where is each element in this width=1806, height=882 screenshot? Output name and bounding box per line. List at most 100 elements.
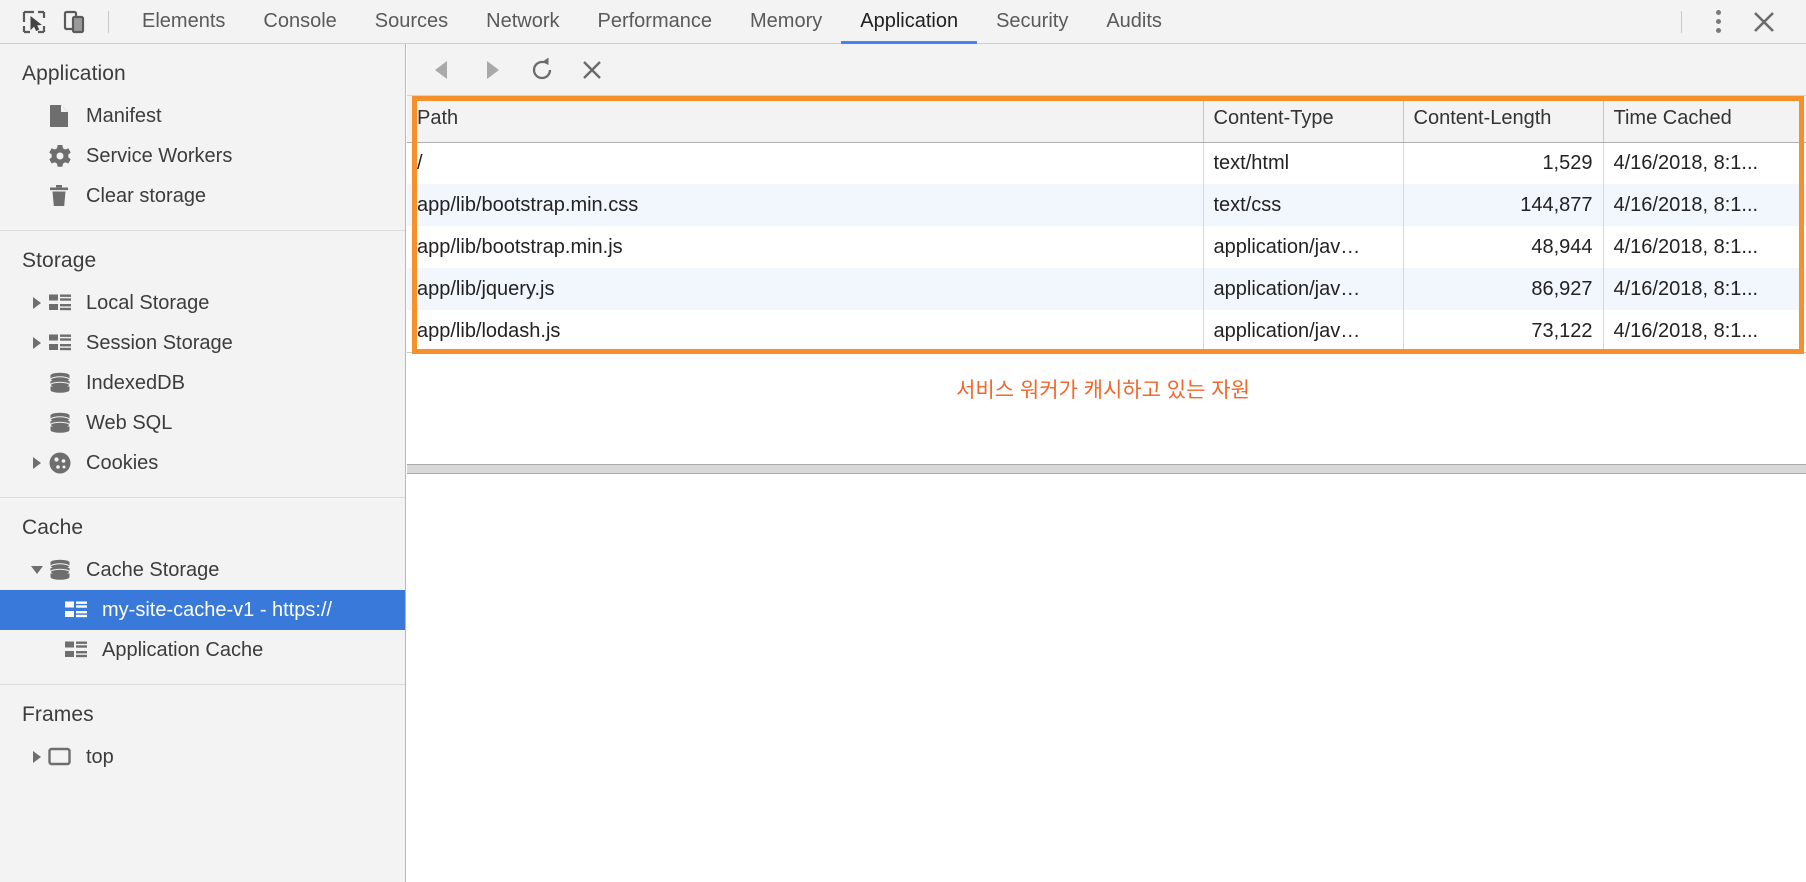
sidebar-item-label: Cookies: [86, 451, 159, 474]
sidebar-item-cookies[interactable]: Cookies: [0, 443, 405, 483]
tab-elements[interactable]: Elements: [123, 0, 244, 44]
disclosure-triangle-icon[interactable]: [26, 456, 48, 470]
sidebar-item-cache-storage[interactable]: Cache Storage: [0, 550, 405, 590]
close-icon[interactable]: [1740, 0, 1788, 44]
table-grid-icon: [48, 293, 78, 313]
inspect-element-icon[interactable]: [14, 0, 54, 44]
table-row[interactable]: app/lib/lodash.js application/jav… 73,12…: [407, 310, 1806, 352]
table-row[interactable]: / text/html 1,529 4/16/2018, 8:1...: [407, 142, 1806, 184]
table-body: / text/html 1,529 4/16/2018, 8:1... app/…: [407, 142, 1806, 352]
sidebar-item-label: Session Storage: [86, 331, 233, 354]
disclosure-triangle-icon[interactable]: [26, 563, 48, 577]
sidebar-item-indexeddb[interactable]: IndexedDB: [0, 363, 405, 403]
tab-security[interactable]: Security: [977, 0, 1087, 44]
sidebar-item-label: my-site-cache-v1 - https://: [102, 598, 333, 621]
table-grid-icon: [64, 600, 94, 620]
column-header-content-length[interactable]: Content-Length: [1403, 96, 1604, 143]
column-header-time-cached[interactable]: Time Cached: [1603, 96, 1806, 143]
cell-content-type: text/css: [1203, 184, 1404, 226]
disclosure-triangle-icon[interactable]: [26, 296, 48, 310]
sidebar-item-label: Manifest: [86, 104, 162, 127]
cached-resources-table-wrapper: Path Content-Type Content-Length Time Ca…: [407, 96, 1806, 402]
sidebar-item-local-storage[interactable]: Local Storage: [0, 283, 405, 323]
column-header-path[interactable]: Path: [407, 96, 1204, 143]
sidebar-item-label: Cache Storage: [86, 558, 220, 581]
cell-path: app/lib/bootstrap.min.js: [407, 226, 1204, 268]
more-options-icon[interactable]: [1696, 0, 1740, 44]
tab-console[interactable]: Console: [244, 0, 355, 44]
disclosure-triangle-icon[interactable]: [26, 336, 48, 350]
sidebar-item-label: Local Storage: [86, 291, 210, 314]
forward-button[interactable]: [469, 50, 515, 90]
delete-button[interactable]: [569, 50, 615, 90]
sidebar-section-title-frames: Frames: [22, 703, 94, 726]
annotation-caption: 서비스 워커가 캐시하고 있는 자원: [956, 379, 1250, 402]
cell-time-cached: 4/16/2018, 8:1...: [1603, 142, 1806, 184]
back-button[interactable]: [419, 50, 465, 90]
cell-time-cached: 4/16/2018, 8:1...: [1603, 310, 1806, 352]
device-toolbar-icon[interactable]: [54, 0, 94, 44]
table-row[interactable]: app/lib/bootstrap.min.css text/css 144,8…: [407, 184, 1806, 226]
cell-content-type: application/jav…: [1203, 310, 1404, 352]
sidebar-item-manifest[interactable]: Manifest: [0, 96, 405, 136]
cell-time-cached: 4/16/2018, 8:1...: [1603, 268, 1806, 310]
tab-network[interactable]: Network: [467, 0, 578, 44]
horizontal-splitter[interactable]: [407, 464, 1806, 474]
actions-divider: [1681, 10, 1682, 33]
devtools-tab-bar: Elements Console Sources Network Perform…: [0, 0, 1806, 44]
column-header-content-type[interactable]: Content-Type: [1203, 96, 1404, 143]
sidebar-item-label: top: [86, 745, 114, 768]
sidebar-item-label: Clear storage: [86, 184, 207, 207]
sidebar-item-label: IndexedDB: [86, 371, 185, 394]
sidebar-item-application-cache[interactable]: Application Cache: [0, 630, 405, 670]
tab-performance[interactable]: Performance: [579, 0, 732, 44]
table-header: Path Content-Type Content-Length Time Ca…: [407, 96, 1806, 143]
cell-path: app/lib/lodash.js: [407, 310, 1204, 352]
toolbar-divider: [108, 10, 109, 33]
sidebar-item-label: Web SQL: [86, 411, 173, 434]
tab-sources[interactable]: Sources: [356, 0, 467, 44]
frame-icon: [48, 747, 78, 767]
table-row[interactable]: app/lib/jquery.js application/jav… 86,92…: [407, 268, 1806, 310]
sidebar-item-top-frame[interactable]: top: [0, 737, 405, 777]
sidebar-item-my-site-cache-v1[interactable]: my-site-cache-v1 - https://: [0, 590, 405, 630]
database-icon: [48, 412, 78, 434]
table-row[interactable]: app/lib/bootstrap.min.js application/jav…: [407, 226, 1806, 268]
cell-path: app/lib/bootstrap.min.css: [407, 184, 1204, 226]
sidebar-item-session-storage[interactable]: Session Storage: [0, 323, 405, 363]
table-header-row: Path Content-Type Content-Length Time Ca…: [407, 96, 1806, 143]
cell-time-cached: 4/16/2018, 8:1...: [1603, 226, 1806, 268]
tab-bar-actions: [1667, 0, 1806, 44]
table-bottom-border: [407, 352, 1806, 353]
sidebar-section-title-storage: Storage: [22, 249, 97, 272]
cache-storage-panel: Path Content-Type Content-Length Time Ca…: [407, 44, 1806, 882]
sidebar-item-clear-storage[interactable]: Clear storage: [0, 176, 405, 216]
devtools-window: Elements Console Sources Network Perform…: [0, 0, 1806, 882]
panel-tabs: Elements Console Sources Network Perform…: [123, 0, 1181, 44]
sidebar-section-title-cache: Cache: [22, 516, 84, 539]
sidebar-section-cache: Cache Cache Storage my-site-cache-v1 - h…: [0, 498, 405, 685]
sidebar-section-application: Application Manifest Service Workers Cle…: [0, 44, 405, 231]
gear-icon: [48, 144, 78, 168]
sidebar-section-frames: Frames top: [0, 685, 405, 791]
tab-application[interactable]: Application: [841, 0, 977, 44]
cell-time-cached: 4/16/2018, 8:1...: [1603, 184, 1806, 226]
sidebar-item-service-workers[interactable]: Service Workers: [0, 136, 405, 176]
table-grid-icon: [48, 333, 78, 353]
cell-content-type: application/jav…: [1203, 268, 1404, 310]
cached-resources-table: Path Content-Type Content-Length Time Ca…: [407, 96, 1806, 352]
tab-memory[interactable]: Memory: [731, 0, 841, 44]
cell-path: app/lib/jquery.js: [407, 268, 1204, 310]
database-icon: [48, 559, 78, 581]
tab-audits[interactable]: Audits: [1087, 0, 1181, 44]
preview-pane: [407, 475, 1806, 882]
sidebar-item-label: Application Cache: [102, 638, 264, 661]
refresh-button[interactable]: [519, 50, 565, 90]
disclosure-triangle-icon[interactable]: [26, 750, 48, 764]
trash-icon: [48, 184, 78, 208]
application-sidebar: Application Manifest Service Workers Cle…: [0, 44, 406, 882]
sidebar-section-storage: Storage Local Storage Session Storage In…: [0, 231, 405, 498]
manifest-document-icon: [48, 104, 78, 128]
sidebar-item-web-sql[interactable]: Web SQL: [0, 403, 405, 443]
cache-toolbar: [407, 44, 1806, 96]
